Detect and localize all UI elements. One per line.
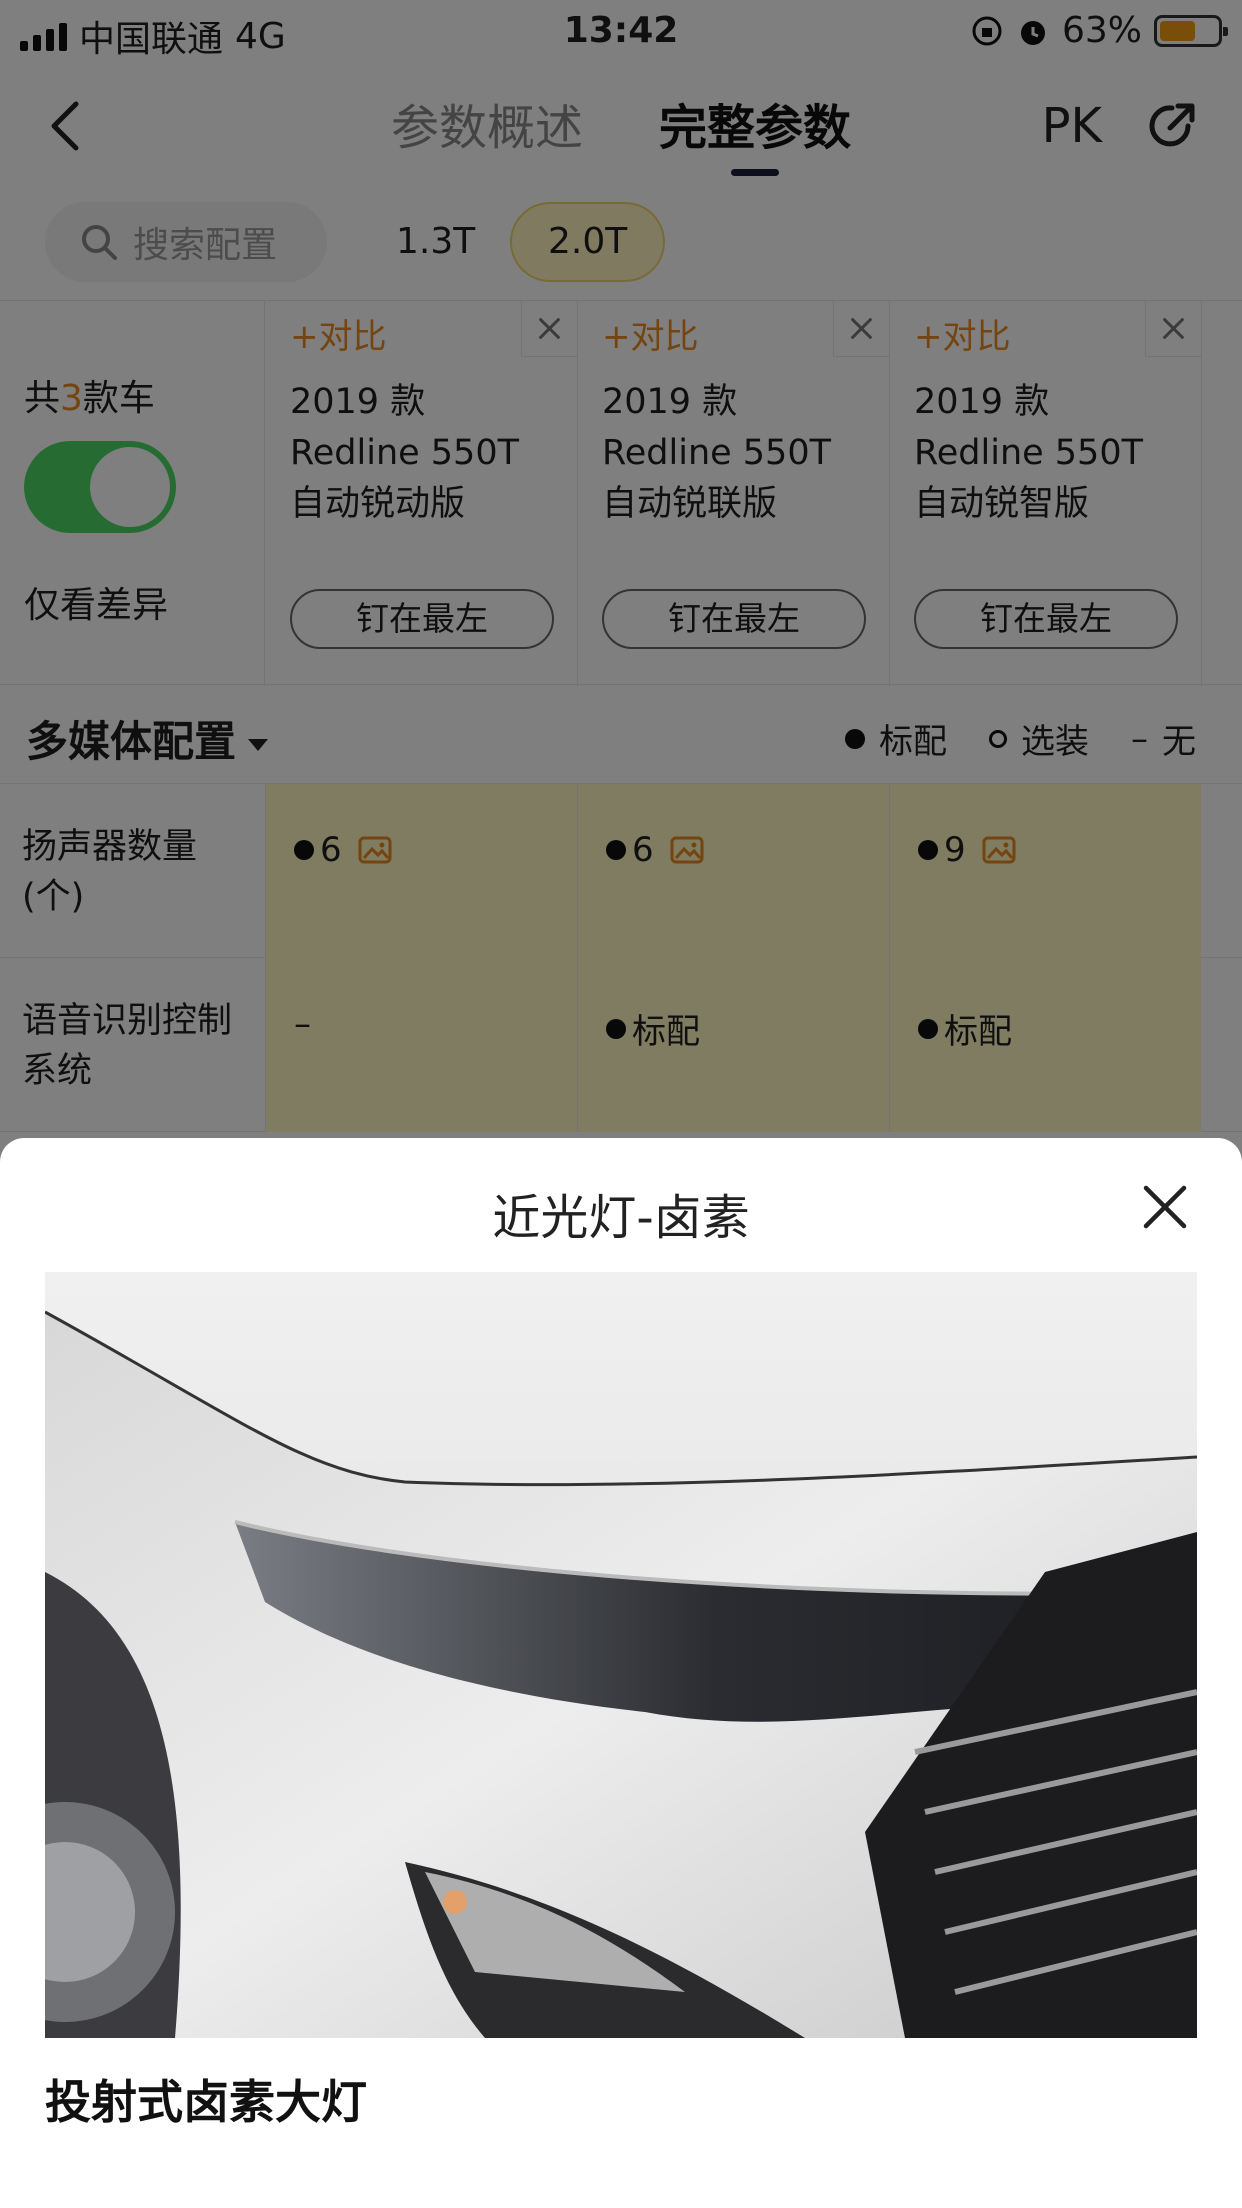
photo-caption: 投射式卤素大灯 (45, 2075, 367, 2129)
car-headlight-image (45, 1272, 1197, 2038)
image-preview-sheet: 近光灯-卤素 投射式卤素大灯 (0, 1138, 1242, 2208)
close-icon[interactable] (1138, 1180, 1192, 1234)
headlight-photo (45, 1272, 1197, 2038)
sheet-title: 近光灯-卤素 (492, 1190, 750, 1246)
